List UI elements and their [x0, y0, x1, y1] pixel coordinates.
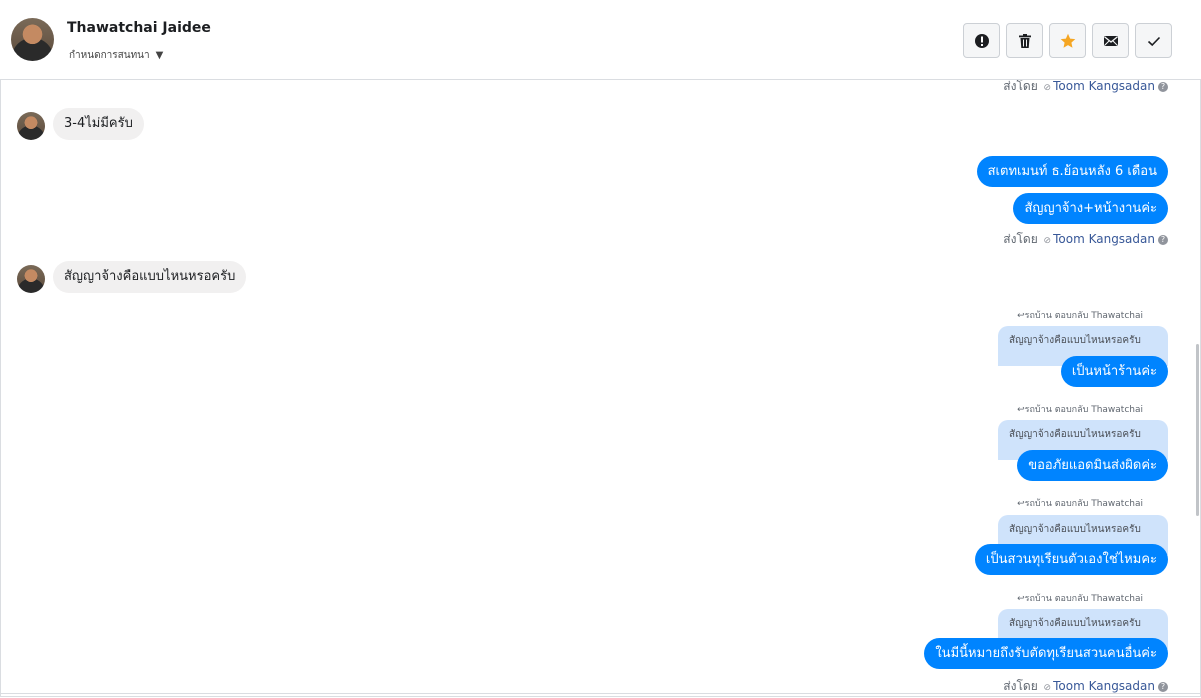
outgoing-message[interactable]: สัญญาจ้าง+หน้างานค่ะ	[1013, 193, 1168, 224]
caret-down-icon: ▼	[155, 50, 164, 61]
star-icon	[1060, 33, 1075, 48]
message-thread[interactable]: ส่งโดย ⊘ Toom Kangsadan? 3-4ไม่มีครับ สเต…	[0, 80, 1195, 697]
star-button[interactable]	[1049, 23, 1086, 58]
mark-unread-button[interactable]	[1092, 23, 1129, 58]
help-icon[interactable]: ?	[1158, 682, 1168, 692]
help-icon[interactable]: ?	[1158, 235, 1168, 245]
reply-label: ↩รถบ้าน ตอบกลับ Thawatchai	[1017, 311, 1143, 321]
incoming-message[interactable]: 3-4ไม่มีครับ	[53, 108, 144, 140]
reply-arrow-icon: ↩	[1017, 405, 1025, 415]
contact-avatar[interactable]	[11, 18, 54, 61]
mark-done-button[interactable]	[1135, 23, 1172, 58]
incoming-message[interactable]: สัญญาจ้างคือแบบไหนหรอครับ	[53, 261, 247, 293]
mark-spam-button[interactable]	[963, 23, 1000, 58]
mail-icon	[1103, 35, 1118, 46]
conversation-header: Thawatchai Jaidee กำหนดการสนทนา ▼	[0, 0, 1201, 80]
outgoing-reply-message[interactable]: เป็นสวนทุเรียนตัวเองใช่ไหมคะ	[974, 544, 1168, 575]
sent-by-attribution: ส่งโดย ⊘ Toom Kangsadan?	[1003, 80, 1168, 96]
agent-link[interactable]: Toom Kangsadan	[1053, 80, 1155, 93]
check-icon	[1147, 36, 1160, 46]
sent-by-attribution: ส่งโดย ⊘ Toom Kangsadan?	[1003, 230, 1168, 249]
scrollbar[interactable]	[1196, 344, 1199, 516]
user-badge-icon: ⊘	[1043, 236, 1052, 246]
agent-link[interactable]: Toom Kangsadan	[1053, 679, 1155, 693]
contact-name[interactable]: Thawatchai Jaidee	[67, 20, 211, 36]
composer-edge	[0, 693, 1201, 698]
reply-arrow-icon: ↩	[1017, 311, 1025, 321]
conversation-status-dropdown[interactable]: กำหนดการสนทนา ▼	[69, 48, 163, 63]
outgoing-reply-message[interactable]: ในมีนี้หมายถึงรับตัดทุเรียนสวนคนอื่นค่ะ	[924, 638, 1168, 669]
user-badge-icon: ⊘	[1043, 83, 1052, 93]
delete-button[interactable]	[1006, 23, 1043, 58]
header-toolbar	[963, 23, 1172, 58]
outgoing-reply-message[interactable]: เป็นหน้าร้านค่ะ	[1060, 356, 1168, 387]
sender-avatar[interactable]	[17, 265, 45, 293]
outgoing-message[interactable]: สเตทเมนท์ ธ.ย้อนหลัง 6 เดือน	[976, 156, 1168, 187]
reply-label: ↩รถบ้าน ตอบกลับ Thawatchai	[1017, 594, 1143, 604]
reply-label: ↩รถบ้าน ตอบกลับ Thawatchai	[1017, 405, 1143, 415]
agent-link[interactable]: Toom Kangsadan	[1053, 232, 1155, 246]
user-badge-icon: ⊘	[1043, 683, 1052, 693]
reply-label: ↩รถบ้าน ตอบกลับ Thawatchai	[1017, 499, 1143, 509]
sender-avatar[interactable]	[17, 112, 45, 140]
reply-arrow-icon: ↩	[1017, 594, 1025, 604]
trash-icon	[1018, 33, 1031, 48]
reply-arrow-icon: ↩	[1017, 499, 1025, 509]
outgoing-reply-message[interactable]: ขออภัยแอดมินส่งผิดค่ะ	[1017, 450, 1168, 481]
help-icon[interactable]: ?	[1158, 82, 1168, 92]
alert-icon	[974, 33, 989, 48]
conversation-status-label: กำหนดการสนทนา	[69, 50, 150, 61]
